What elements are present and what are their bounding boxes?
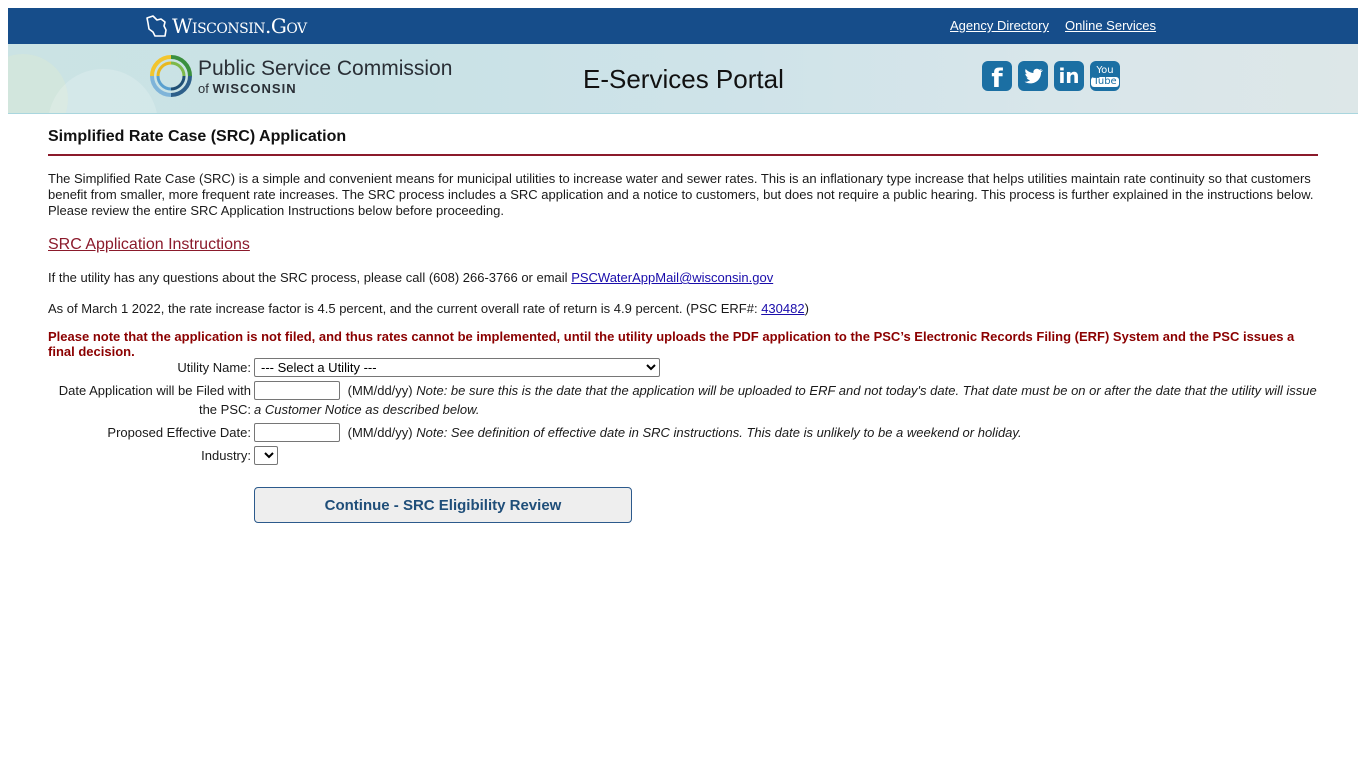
contact-email-link[interactable]: PSCWaterAppMail@wisconsin.gov [571, 270, 773, 285]
youtube-glyph-top: You [1096, 64, 1114, 76]
banner-decoration [48, 69, 158, 113]
contact-line: If the utility has any questions about t… [48, 270, 1318, 285]
rate-text: As of March 1 2022, the rate increase fa… [48, 301, 762, 316]
src-application-form: Utility Name: --- Select a Utility --- D… [48, 358, 1318, 523]
rate-suffix: ) [804, 301, 809, 316]
wisconsin-gov-bar: Wisconsin.Gov Agency Directory Online Se… [8, 8, 1358, 44]
erf-link[interactable]: 430482 [761, 301, 804, 316]
psc-name-line2: of WISCONSIN [198, 82, 452, 95]
youtube-icon[interactable]: You Tube [1090, 61, 1120, 91]
utility-select[interactable]: --- Select a Utility --- [254, 358, 660, 377]
youtube-glyph-bottom: Tube [1091, 75, 1119, 87]
industry-row: Industry: [48, 446, 1318, 465]
psc-name-state: WISCONSIN [212, 80, 297, 96]
page-title: Simplified Rate Case (SRC) Application [48, 128, 347, 145]
twitter-bird [1024, 68, 1043, 84]
wisconsin-state-icon [146, 15, 167, 37]
linkedin-icon[interactable]: in [1054, 61, 1084, 91]
effective-date-input[interactable] [254, 423, 340, 442]
filed-date-format: (MM/dd/yy) [347, 383, 413, 398]
industry-select[interactable] [254, 446, 278, 465]
filed-date-label: Date Application will be Filed with the … [58, 383, 251, 417]
psc-logo[interactable]: Public Service Commission of WISCONSIN [148, 53, 452, 99]
psc-name: Public Service Commission of WISCONSIN [198, 58, 452, 95]
effective-date-label: Proposed Effective Date: [107, 425, 251, 440]
psc-name-prefix: of [198, 80, 209, 96]
utility-label: Utility Name: [177, 360, 251, 375]
intro-paragraph: The Simplified Rate Case (SRC) is a simp… [48, 171, 1314, 218]
effective-date-note: Note: See definition of effective date i… [416, 425, 1022, 440]
filed-date-row: Date Application will be Filed with the … [48, 381, 1318, 419]
rate-line: As of March 1 2022, the rate increase fa… [48, 301, 1318, 316]
industry-label: Industry: [201, 448, 251, 463]
psc-name-line1: Public Service Commission [198, 56, 453, 80]
agency-directory-link[interactable]: Agency Directory [950, 18, 1049, 33]
psc-swirl-icon [150, 55, 192, 97]
portal-title: E-Services Portal [583, 64, 784, 94]
main-content: Simplified Rate Case (SRC) Application T… [48, 128, 1318, 359]
filed-date-note: Note: be sure this is the date that the … [254, 383, 1317, 417]
utility-row: Utility Name: --- Select a Utility --- [48, 358, 1318, 377]
gov-links: Agency Directory Online Services [950, 18, 1156, 33]
effective-date-format: (MM/dd/yy) [347, 425, 413, 440]
continue-eligibility-button[interactable]: Continue - SRC Eligibility Review [254, 487, 632, 523]
wisconsin-gov-logo[interactable]: Wisconsin.Gov [143, 11, 307, 41]
linkedin-glyph: in [1058, 64, 1080, 88]
filed-date-input[interactable] [254, 381, 340, 400]
twitter-icon[interactable] [1018, 61, 1048, 91]
wisconsin-gov-wordmark: Wisconsin.Gov [172, 14, 307, 38]
facebook-icon[interactable]: f [982, 61, 1012, 94]
title-divider [48, 154, 1318, 156]
social-links: f in You Tube [982, 61, 1120, 94]
effective-date-row: Proposed Effective Date: (MM/dd/yy) Note… [48, 423, 1318, 442]
contact-text: If the utility has any questions about t… [48, 270, 572, 285]
facebook-glyph: f [991, 64, 1003, 94]
online-services-link[interactable]: Online Services [1065, 18, 1156, 33]
psc-banner: Public Service Commission of WISCONSIN E… [8, 44, 1358, 114]
filing-warning: Please note that the application is not … [48, 329, 1295, 359]
src-instructions-link[interactable]: SRC Application Instructions [48, 236, 250, 254]
